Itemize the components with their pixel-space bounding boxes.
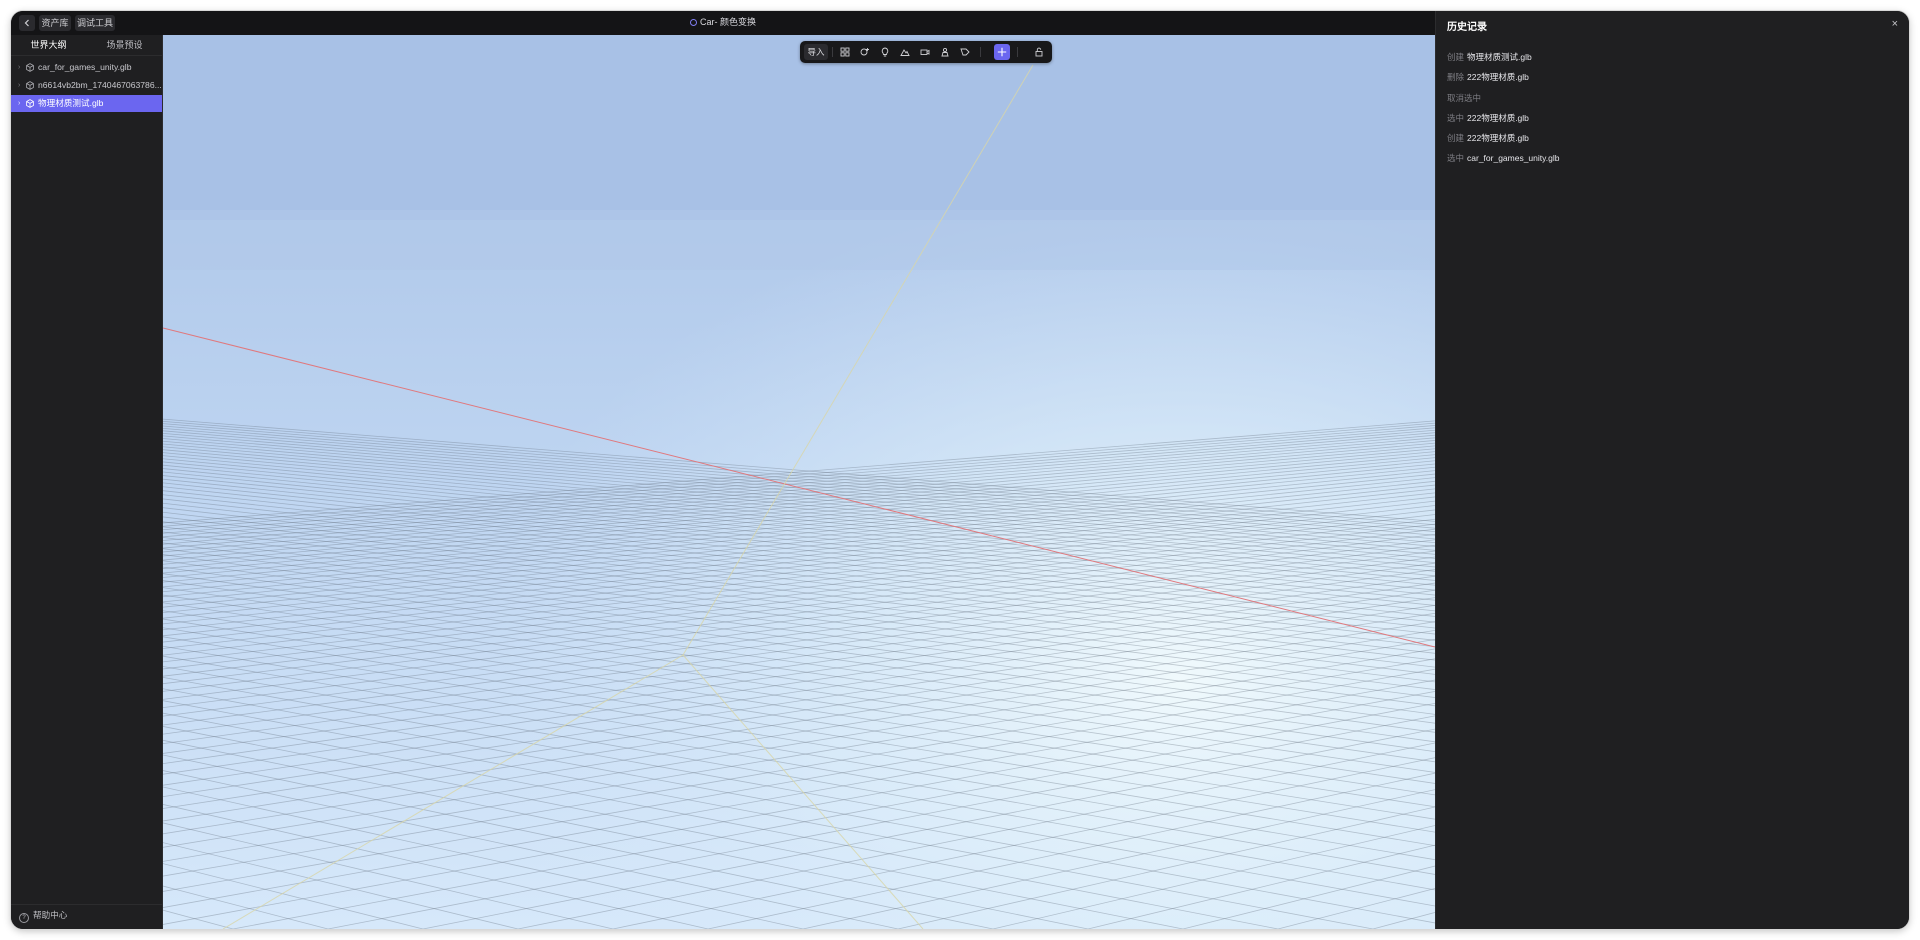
camera-icon: [920, 49, 930, 55]
help-center-label: 帮助中心: [33, 910, 68, 920]
history-panel: 历史记录 × 创建 物理材质测试.glb 删除 222物理材质.glb 取消选中 选…: [1435, 11, 1909, 929]
history-target: 222物理材质.glb: [1467, 72, 1529, 83]
history-target: 222物理材质.glb: [1467, 112, 1529, 123]
history-title: 历史记录: [1447, 22, 1487, 33]
grid-icon: [840, 47, 850, 57]
scene-tree: › car_for_games_unity.glb › n6614vb2bm_1…: [11, 59, 162, 112]
tree-item-label: n6614vb2bm_1740467063786...: [38, 80, 162, 90]
divider: [980, 47, 981, 57]
scene-viewport[interactable]: 导入: [163, 35, 1435, 929]
tab-world-outline[interactable]: 世界大纲: [11, 35, 86, 55]
camera-button[interactable]: [917, 44, 933, 60]
history-action: 取消选中: [1447, 92, 1482, 103]
close-icon[interactable]: ×: [1892, 18, 1898, 30]
lock-button[interactable]: [1031, 44, 1047, 60]
history-target: 物理材质测试.glb: [1467, 52, 1532, 62]
history-action: 创建: [1447, 52, 1465, 62]
light-button[interactable]: [877, 44, 893, 60]
expand-caret-icon[interactable]: ›: [18, 59, 20, 76]
sidebar-tabs: 世界大纲 场景预设: [11, 35, 162, 56]
terrain-button[interactable]: [897, 44, 913, 60]
tree-item[interactable]: › car_for_games_unity.glb: [11, 59, 162, 76]
divider: [11, 904, 162, 905]
scene-title-text: Car- 颜色变换: [700, 17, 756, 27]
terrain-icon: [900, 49, 910, 56]
tree-item-label: 物理材质测试.glb: [38, 98, 104, 108]
history-entry[interactable]: 删除 222物理材质.glb: [1447, 69, 1559, 89]
divider: [832, 47, 833, 57]
history-list: 创建 物理材质测试.glb 删除 222物理材质.glb 取消选中 选中 222物理材…: [1447, 49, 1559, 171]
grid-tool-button[interactable]: [837, 44, 853, 60]
lock-icon: [1035, 47, 1043, 57]
move-gizmo-icon: [997, 47, 1007, 57]
tab-scene-presets[interactable]: 场景预设: [87, 35, 162, 55]
history-entry[interactable]: 创建 物理材质测试.glb: [1447, 49, 1559, 69]
tree-item-selected[interactable]: › 物理材质测试.glb: [11, 95, 162, 112]
help-icon: ?: [19, 913, 29, 923]
outline-sidebar: 世界大纲 场景预设 › car_for_games_unity.glb › n6…: [11, 35, 163, 929]
scene-title: Car- 颜色变换: [11, 11, 1435, 33]
import-button[interactable]: 导入: [804, 44, 828, 60]
object-add-button[interactable]: [857, 44, 873, 60]
history-entry[interactable]: 取消选中: [1447, 90, 1559, 110]
move-tool-button[interactable]: [994, 44, 1010, 60]
top-bar: 资产库 调试工具 Car- 颜色变换: [11, 11, 1435, 36]
cube-icon: [26, 99, 34, 108]
history-target: car_for_games_unity.glb: [1467, 153, 1560, 164]
scene-status-icon: [690, 19, 697, 26]
history-target: 222物理材质.glb: [1467, 133, 1529, 144]
viewport-toolbar: 导入: [800, 41, 1052, 63]
character-button[interactable]: [937, 44, 953, 60]
cube-icon: [26, 63, 34, 72]
tree-item-label: car_for_games_unity.glb: [38, 62, 132, 72]
ground-grid[interactable]: [163, 35, 1435, 929]
object-add-icon: [860, 48, 869, 56]
character-icon: [941, 47, 949, 57]
history-action: 选中: [1447, 153, 1465, 164]
cube-icon: [26, 81, 34, 90]
history-entry[interactable]: 选中 222物理材质.glb: [1447, 110, 1559, 130]
history-action: 选中: [1447, 112, 1465, 123]
editor-window: 资产库 调试工具 Car- 颜色变换 世界大纲 场景预设 › car_for_g…: [11, 11, 1909, 929]
history-action: 创建: [1447, 133, 1465, 144]
tree-item[interactable]: › n6614vb2bm_1740467063786...: [11, 77, 162, 94]
history-entry[interactable]: 选中 car_for_games_unity.glb: [1447, 150, 1559, 170]
expand-caret-icon[interactable]: ›: [18, 77, 20, 94]
expand-caret-icon[interactable]: ›: [18, 95, 20, 112]
divider: [1017, 47, 1018, 57]
history-entry[interactable]: 创建 222物理材质.glb: [1447, 130, 1559, 150]
label-button[interactable]: [957, 44, 973, 60]
light-bulb-icon: [881, 47, 889, 57]
history-action: 删除: [1447, 72, 1465, 83]
help-center-link[interactable]: ? 帮助中心: [19, 909, 67, 923]
label-icon: [960, 48, 970, 56]
